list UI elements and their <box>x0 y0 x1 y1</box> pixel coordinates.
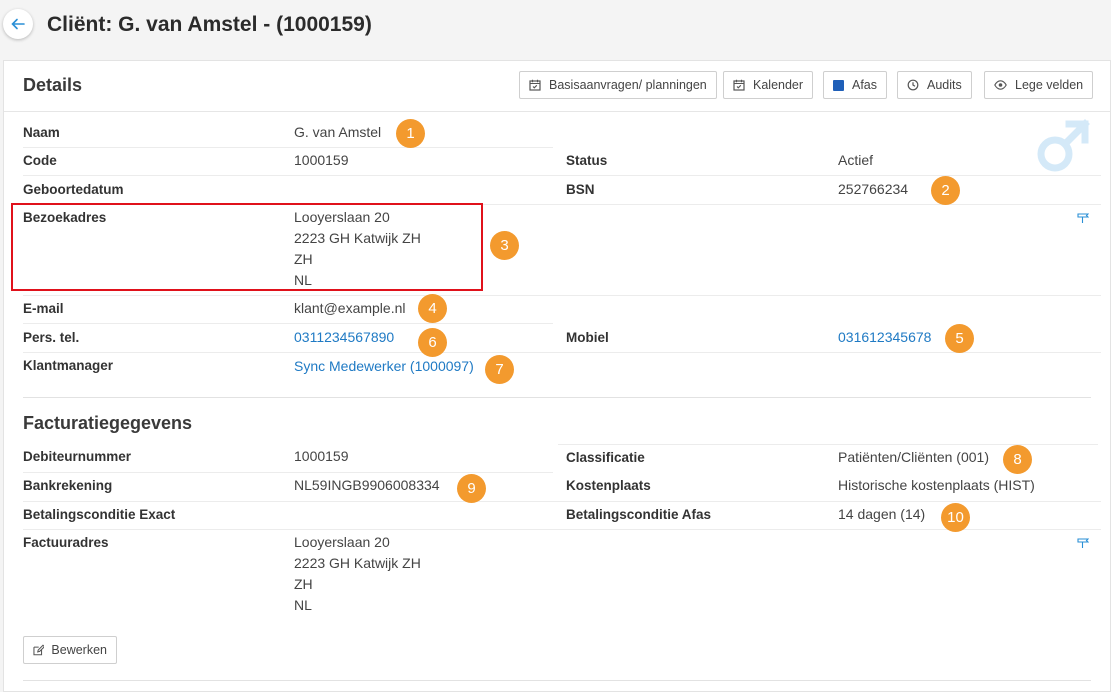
code-label: Code <box>23 153 57 168</box>
bewerken-label: Bewerken <box>51 643 107 657</box>
bsn-value: 252766234 <box>838 181 909 197</box>
highlight-box <box>11 203 483 291</box>
clock-history-icon <box>907 79 919 91</box>
bankrekening-label: Bankrekening <box>23 478 113 493</box>
annotation-badge: 1 <box>396 119 425 148</box>
basisaanvragen-label: Basisaanvragen/ planningen <box>549 78 707 92</box>
betalingsconditie-afas-value: 14 dagen (14) <box>838 506 926 522</box>
kalender-label: Kalender <box>753 78 804 92</box>
betalingsconditie-afas-label: Betalingsconditie Afas <box>566 507 712 522</box>
debiteurnummer-value: 1000159 <box>294 448 349 464</box>
section-divider <box>23 680 1091 681</box>
annotation-badge: 5 <box>945 324 974 353</box>
geboortedatum-label: Geboortedatum <box>23 182 124 197</box>
address-line: NL <box>294 597 312 613</box>
kalender-button[interactable]: Kalender <box>723 71 814 99</box>
bsn-label: BSN <box>566 182 595 197</box>
basisaanvragen-button[interactable]: Basisaanvragen/ planningen <box>519 71 717 99</box>
annotation-badge: 4 <box>418 294 447 323</box>
calendar-icon <box>733 79 745 91</box>
row-divider <box>23 529 1101 530</box>
annotation-badge: 2 <box>931 176 960 205</box>
row-divider <box>23 175 1101 176</box>
facturatie-title: Facturatiegegevens <box>23 413 193 433</box>
top-bar: Cliënt: G. van Amstel - (1000159) <box>0 0 1111 52</box>
mobiel-link[interactable]: 031612345678 <box>838 329 931 345</box>
classificatie-label: Classificatie <box>566 450 645 465</box>
factuuradres-value: Looyerslaan 20 2223 GH Katwijk ZH ZH NL <box>294 532 421 616</box>
code-value: 1000159 <box>294 152 349 168</box>
row-divider <box>23 472 553 473</box>
details-title: Details <box>23 75 83 95</box>
status-label: Status <box>566 153 608 168</box>
factuuradres-label: Factuuradres <box>23 535 109 550</box>
page-title: Cliënt: G. van Amstel - (1000159) <box>47 13 372 36</box>
row-divider <box>23 501 1101 502</box>
email-value: klant@example.nl <box>294 300 406 316</box>
row-divider <box>23 323 553 324</box>
row-divider <box>23 147 553 148</box>
edit-icon <box>33 644 45 656</box>
annotation-badge: 8 <box>1003 445 1032 474</box>
bewerken-button[interactable]: Bewerken <box>23 636 117 664</box>
male-gender-icon <box>1037 119 1090 172</box>
naam-value: G. van Amstel <box>294 124 382 140</box>
klantmanager-link[interactable]: Sync Medewerker (1000097) <box>294 358 474 374</box>
address-line: 2223 GH Katwijk ZH <box>294 555 421 571</box>
naam-label: Naam <box>23 125 60 140</box>
pers-tel-link[interactable]: 0311234567890 <box>294 329 394 345</box>
mobiel-label: Mobiel <box>566 330 609 345</box>
annotation-badge: 6 <box>418 328 447 357</box>
afas-button[interactable]: Afas <box>823 71 888 99</box>
klantmanager-label: Klantmanager <box>23 358 114 373</box>
address-line: Looyerslaan 20 <box>294 534 390 550</box>
annotation-badge: 10 <box>941 503 970 532</box>
map-signpost-icon[interactable] <box>1077 212 1089 224</box>
arrow-left-icon <box>11 18 25 30</box>
section-divider <box>23 397 1091 398</box>
bankrekening-value: NL59INGB9906008334 <box>294 477 440 493</box>
afas-logo-icon <box>833 79 844 91</box>
kostenplaats-label: Kostenplaats <box>566 478 651 493</box>
audits-label: Audits <box>927 78 962 92</box>
kostenplaats-value: Historische kostenplaats (HIST) <box>838 477 1035 493</box>
address-line: ZH <box>294 576 313 592</box>
row-divider <box>23 352 1101 353</box>
map-signpost-icon[interactable] <box>1077 537 1089 549</box>
details-card: Details Basisaanvragen/ planningen Kalen… <box>3 60 1111 692</box>
annotation-badge: 3 <box>490 231 519 260</box>
eye-icon <box>994 80 1007 90</box>
email-label: E-mail <box>23 301 64 316</box>
card-header: Details Basisaanvragen/ planningen Kalen… <box>4 61 1110 112</box>
classificatie-value: Patiënten/Cliënten (001) <box>838 449 989 465</box>
annotation-badge: 7 <box>485 355 514 384</box>
annotation-badge: 9 <box>457 474 486 503</box>
debiteurnummer-label: Debiteurnummer <box>23 449 132 464</box>
pers-tel-label: Pers. tel. <box>23 330 80 345</box>
row-divider <box>23 295 1101 296</box>
betalingsconditie-exact-label: Betalingsconditie Exact <box>23 507 176 522</box>
calendar-icon <box>529 79 541 91</box>
lege-velden-label: Lege velden <box>1015 78 1084 92</box>
status-value: Actief <box>838 152 874 168</box>
lege-velden-button[interactable]: Lege velden <box>984 71 1094 99</box>
afas-label: Afas <box>852 78 878 92</box>
back-button[interactable] <box>3 9 33 39</box>
audits-button[interactable]: Audits <box>897 71 972 99</box>
